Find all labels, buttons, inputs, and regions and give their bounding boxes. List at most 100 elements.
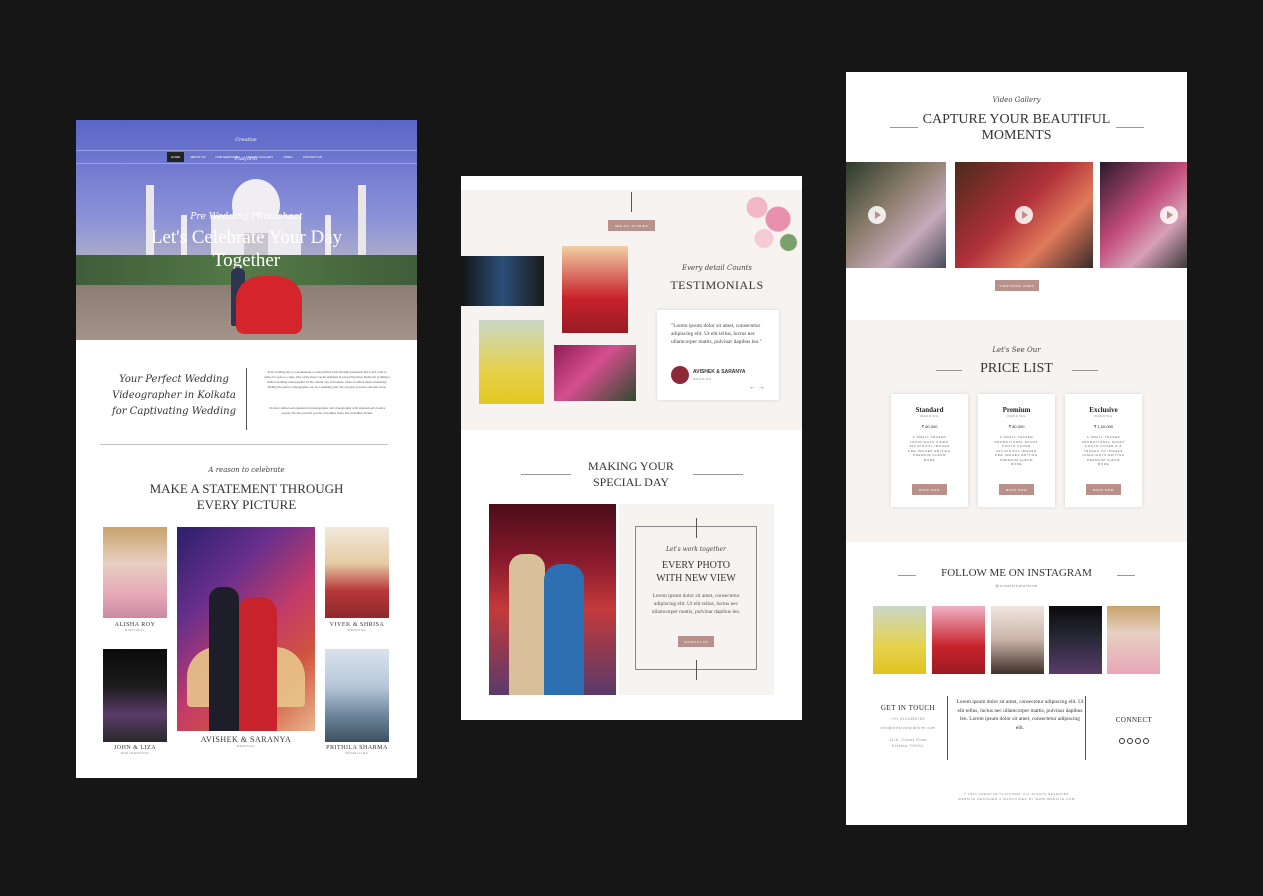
video-thumb-2[interactable] <box>955 162 1093 268</box>
photo-john-liza[interactable] <box>103 649 167 742</box>
plan-features: A SMALL TEASER PROMOTIONAL SHOOT PHOTO C… <box>1081 435 1126 466</box>
instagram-title: FOLLOW ME ON INSTAGRAM <box>941 567 1092 579</box>
photo-alisha-roy[interactable] <box>103 527 167 618</box>
contact-us-button[interactable]: CONTACT US <box>678 636 714 647</box>
video-title-line-left <box>890 127 918 128</box>
twitter-icon[interactable] <box>1119 738 1125 744</box>
photo-prithila-sharma[interactable] <box>325 649 389 742</box>
video-thumb-1[interactable] <box>846 162 946 268</box>
floral-decoration <box>736 184 802 262</box>
caption-prithila-sharma: PRITHILA SHARMA MODELLING <box>325 745 389 755</box>
hero-script-text: Pre Wedding Photoshoot <box>190 212 303 222</box>
plan-name: Premium <box>1002 406 1031 414</box>
nav-services[interactable]: OUR SERVICES <box>211 152 242 162</box>
carousel-arrows[interactable]: ← → <box>749 384 765 391</box>
instagram-post-4[interactable] <box>1049 606 1102 674</box>
footer-divider-right <box>1085 696 1086 760</box>
testimonial-photo-2[interactable] <box>562 246 628 333</box>
nav-video[interactable]: VIDEO <box>279 152 296 162</box>
nav-contact[interactable]: CONTACT US <box>299 152 326 162</box>
plan-price: ₹ 1,20,000 <box>1093 424 1114 429</box>
copyright-line-1: © 2023 CREATIVE PLATFORM. ALL RIGHTS RES… <box>963 792 1070 796</box>
play-icon[interactable] <box>1160 206 1178 224</box>
work-frame-bottom-tick <box>696 660 697 680</box>
social-icons <box>1092 729 1176 748</box>
caption-tag: WEDDING <box>347 628 367 632</box>
testimonial-title: TESTIMONIALS <box>670 278 764 292</box>
footer-text: Lorem ipsum dolor sit amet, consectetur … <box>956 699 1084 731</box>
bride-blue-saree <box>544 564 584 695</box>
see-all-stories-button[interactable]: SEE ALL STORIES <box>608 220 655 231</box>
work-title: EVERY PHOTO WITH NEW VIEW <box>656 560 736 584</box>
nav-about[interactable]: ABOUT US <box>186 152 209 162</box>
address-line-2: Kolkata 700001 <box>892 744 924 748</box>
intro-paragraph-2: We have skilled and experienced photogra… <box>268 406 386 415</box>
caption-tag: WEDDING <box>236 744 256 748</box>
get-in-touch-title: GET IN TOUCH <box>880 704 936 712</box>
instagram-handle[interactable]: @creativeplatform <box>846 583 1187 588</box>
video-thumb-3[interactable] <box>1100 162 1187 268</box>
work-together-box: Let's work together EVERY PHOTO WITH NEW… <box>619 504 774 695</box>
photo-avishek-saranya[interactable] <box>177 527 315 731</box>
testimonial-photo-4[interactable] <box>554 345 636 401</box>
play-icon[interactable] <box>868 206 886 224</box>
facebook-icon[interactable] <box>1127 738 1133 744</box>
instagram-post-3[interactable] <box>991 606 1044 674</box>
nav-home[interactable]: HOME <box>167 152 185 162</box>
connect-title: CONNECT <box>1115 716 1153 724</box>
intro-paragraph-1: Your wedding day is a momentous occasion… <box>264 370 390 389</box>
email-address[interactable]: info@creativeplatform.com <box>866 726 950 730</box>
statement-title: MAKE A STATEMENT THROUGH EVERY PICTURE <box>149 481 344 512</box>
youtube-icon[interactable] <box>1135 738 1141 744</box>
nav-gallery[interactable]: PHOTO GALLERY <box>244 152 277 162</box>
reviewer-avatar <box>671 366 689 384</box>
special-title-line-left <box>521 474 571 475</box>
special-title-line-right <box>693 474 743 475</box>
section-divider <box>100 444 388 445</box>
video-script: Video Gallery <box>992 96 1041 104</box>
instagram-icon[interactable] <box>1143 738 1149 744</box>
caption-alisha-roy: ALISHA ROY BIRTHDAY <box>103 622 167 632</box>
reviewer-name: AVISHEK & SARANYA <box>693 369 746 375</box>
insta-title-line-right <box>1117 575 1135 576</box>
groom-sherwani <box>509 554 545 695</box>
intro-divider <box>246 368 247 430</box>
caption-name: AVISHEK & SARANYA <box>200 735 292 744</box>
plan-features: A SMALL TEASER PROMOTIONAL SHOOT PHOTO C… <box>994 435 1039 466</box>
main-nav: HOME ABOUT US OUR SERVICES PHOTO GALLERY… <box>76 150 417 164</box>
testimonial-photo-3[interactable] <box>479 320 544 404</box>
logo[interactable]: Creative Platform <box>226 126 266 162</box>
price-title: PRICE LIST <box>980 361 1053 376</box>
copyright-line-2: WEBSITE DESIGNED & MAINTAINED BY WWW.WEB… <box>958 797 1075 801</box>
play-icon[interactable] <box>1015 206 1033 224</box>
book-now-button[interactable]: BOOK NOW <box>1086 484 1121 495</box>
view-more-video-button[interactable]: VIEW MORE VIDEO <box>995 280 1039 291</box>
plan-card-exclusive: Exclusive WEDDING ₹ 1,20,000 A SMALL TEA… <box>1065 394 1142 507</box>
page-3-pricing: Video Gallery CAPTURE YOUR BEAUTIFUL MOM… <box>846 72 1187 825</box>
special-day-couple-photo[interactable] <box>489 504 616 695</box>
video-title-line-right <box>1116 127 1144 128</box>
instagram-post-5[interactable] <box>1107 606 1160 674</box>
intro-heading: Your Perfect Wedding Videographer in Kol… <box>112 374 236 417</box>
instagram-post-2[interactable] <box>932 606 985 674</box>
plan-tag: WEDDING <box>920 414 939 418</box>
book-now-button[interactable]: BOOK NOW <box>912 484 947 495</box>
address-line-1: 12/A, Chowk Road <box>889 738 927 742</box>
phone-number[interactable]: +91 9123456789 <box>866 717 950 721</box>
caption-tag: MODELLING <box>345 751 369 755</box>
work-text: Lorem ipsum dolor sit amet, consectetur … <box>651 593 741 615</box>
instagram-post-1[interactable] <box>873 606 926 674</box>
testimonial-script: Every detail Counts <box>681 264 753 272</box>
reviewer-tag: WEDDING <box>693 377 712 381</box>
work-script: Let's work together <box>666 546 726 553</box>
groom <box>209 587 239 731</box>
page-1-home: Creative Platform HOME ABOUT US OUR SERV… <box>76 120 417 778</box>
book-now-button[interactable]: BOOK NOW <box>999 484 1034 495</box>
work-frame-top-tick <box>696 518 697 538</box>
testimonial-photo-1[interactable] <box>461 256 544 306</box>
reason-script: A reason to celebrate <box>208 466 285 474</box>
video-title: CAPTURE YOUR BEAUTIFUL MOMENTS <box>922 112 1111 143</box>
photo-vivek-shrisa[interactable] <box>325 527 389 618</box>
plan-tag: WEDDING <box>1094 414 1113 418</box>
hero-couple-bride <box>236 276 302 334</box>
